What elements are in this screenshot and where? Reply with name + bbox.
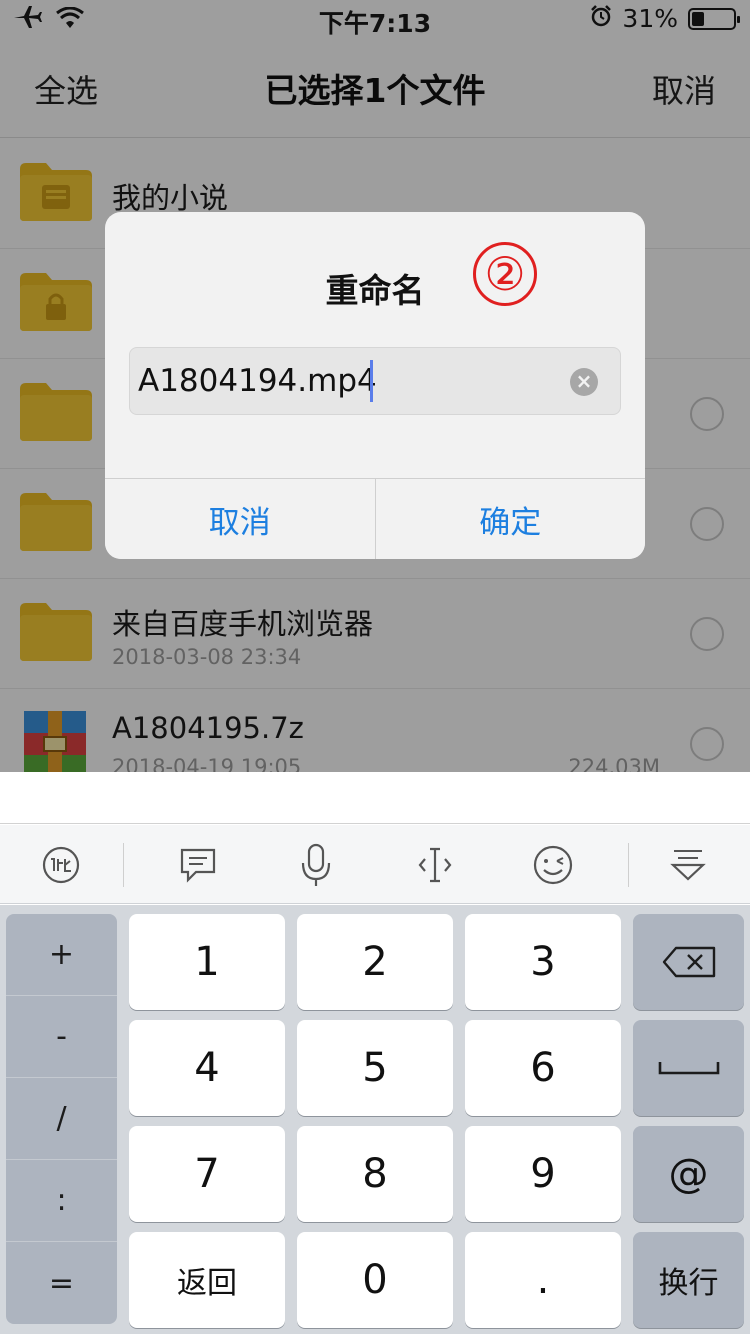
dialog-cancel-button[interactable]: 取消 — [105, 479, 375, 559]
space-key[interactable] — [633, 1020, 744, 1116]
rename-input[interactable] — [138, 348, 558, 414]
enter-key[interactable]: 换行 — [633, 1232, 744, 1328]
key-2[interactable]: 2 — [297, 914, 453, 1010]
emoji-icon[interactable] — [529, 841, 577, 889]
rename-dialog: 重命名 ② × 取消 确定 — [105, 212, 645, 559]
space-icon — [658, 1062, 719, 1075]
key-0[interactable]: 0 — [297, 1232, 453, 1328]
key-dot[interactable]: . — [465, 1232, 621, 1328]
ime-logo-icon[interactable] — [37, 841, 85, 889]
key-at[interactable]: @ — [633, 1126, 744, 1222]
dialog-actions: 取消 确定 — [105, 478, 645, 559]
key-4[interactable]: 4 — [129, 1020, 285, 1116]
key-minus[interactable]: - — [6, 996, 117, 1078]
file-manager-app: 下午7:13 31% 全选 已选择1个文件 取消 我的小说 来自百度手机浏览器 … — [0, 0, 750, 772]
keyboard-spacer — [0, 772, 750, 824]
key-slash[interactable]: / — [6, 1078, 117, 1160]
rename-field[interactable]: × — [129, 347, 621, 415]
key-1[interactable]: 1 — [129, 914, 285, 1010]
key-7[interactable]: 7 — [129, 1126, 285, 1222]
key-plus[interactable]: + — [6, 914, 117, 996]
key-6[interactable]: 6 — [465, 1020, 621, 1116]
numeric-keyboard: + - / : = 1 2 3 4 5 6 7 8 9 @ 返回 0 . 换行 — [0, 905, 750, 1334]
key-return[interactable]: 返回 — [129, 1232, 285, 1328]
step-badge: ② — [473, 242, 537, 306]
delete-icon — [662, 946, 715, 978]
symbol-column: + - / : = — [6, 914, 117, 1324]
key-8[interactable]: 8 — [297, 1126, 453, 1222]
hide-keyboard-icon[interactable] — [664, 841, 712, 889]
dialog-confirm-button[interactable]: 确定 — [374, 479, 645, 559]
toolbar-divider — [628, 843, 629, 887]
clear-icon[interactable]: × — [570, 368, 598, 396]
cursor-move-icon[interactable] — [411, 841, 459, 889]
key-5[interactable]: 5 — [297, 1020, 453, 1116]
microphone-icon[interactable] — [292, 841, 340, 889]
key-9[interactable]: 9 — [465, 1126, 621, 1222]
chat-bubble-icon[interactable] — [174, 841, 222, 889]
toolbar-divider — [123, 843, 124, 887]
delete-key[interactable] — [633, 914, 744, 1010]
dialog-title: 重命名 — [325, 271, 425, 310]
key-colon[interactable]: : — [6, 1160, 117, 1242]
key-equals[interactable]: = — [6, 1242, 117, 1324]
text-caret — [370, 360, 373, 402]
key-3[interactable]: 3 — [465, 914, 621, 1010]
keyboard-toolbar — [0, 825, 750, 904]
